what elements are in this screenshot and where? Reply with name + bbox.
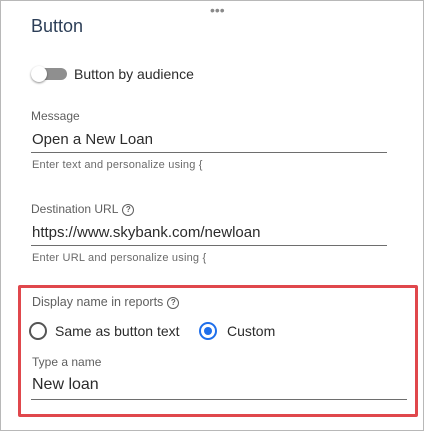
radio-same-as-button-text[interactable]: [29, 322, 47, 340]
drag-handle-icon[interactable]: •••: [210, 3, 225, 17]
destination-url-hint: Enter URL and personalize using {: [32, 252, 207, 264]
help-icon[interactable]: ?: [167, 297, 180, 309]
display-name-input[interactable]: New loan: [32, 376, 99, 394]
help-icon[interactable]: ?: [122, 204, 135, 216]
display-name-underline: [31, 399, 407, 400]
message-input[interactable]: Open a New Loan: [32, 131, 153, 148]
section-title: Button: [31, 16, 84, 36]
audience-toggle[interactable]: [31, 66, 67, 82]
destination-url-label-text: Destination URL: [31, 202, 119, 216]
message-hint: Enter text and personalize using {: [32, 159, 203, 171]
radio-same-as-button-text-label[interactable]: Same as button text: [55, 323, 180, 339]
radio-custom-label[interactable]: Custom: [227, 323, 275, 339]
destination-url-underline: [31, 245, 387, 246]
audience-toggle-label: Button by audience: [74, 66, 194, 82]
toggle-knob: [31, 66, 47, 82]
display-name-label-text: Display name in reports: [32, 295, 164, 309]
button-settings-panel: ••• Button Button by audience Message Op…: [0, 0, 424, 431]
message-underline: [31, 152, 387, 153]
type-a-name-label: Type a name: [32, 355, 102, 369]
destination-url-input[interactable]: https://www.skybank.com/newloan: [32, 224, 260, 241]
display-name-label: Display name in reports?: [32, 295, 180, 309]
radio-custom[interactable]: [199, 322, 217, 340]
destination-url-label: Destination URL?: [31, 202, 135, 216]
message-label: Message: [31, 109, 80, 123]
